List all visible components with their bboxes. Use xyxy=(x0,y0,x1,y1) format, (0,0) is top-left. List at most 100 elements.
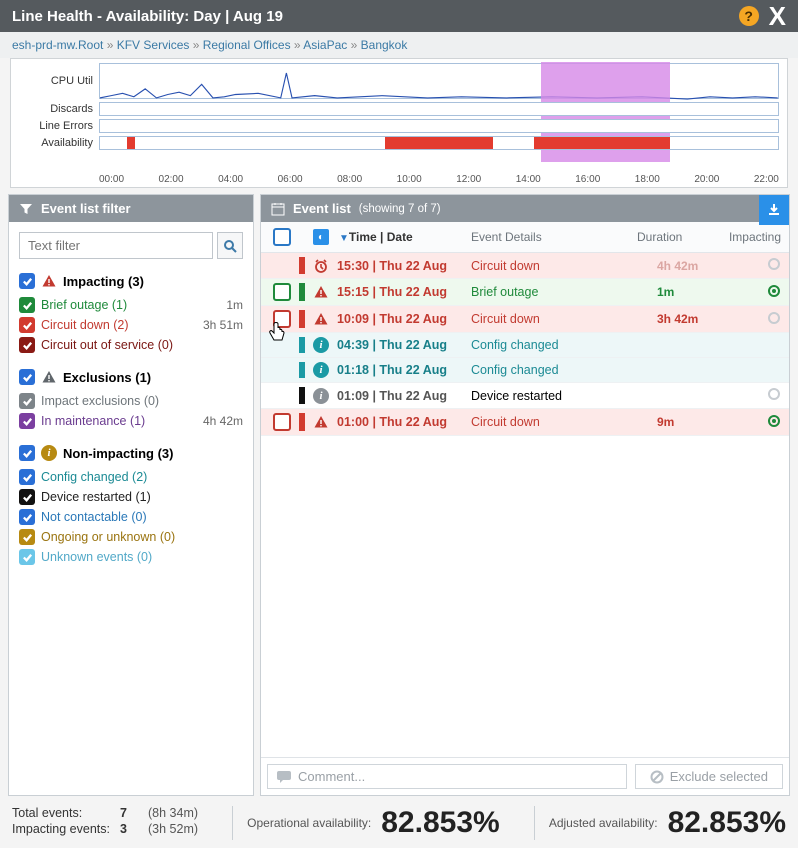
event-row[interactable]: 15:30 | Thu 22 Aug Circuit down 4h 42m xyxy=(261,253,789,279)
event-list: 15:30 | Thu 22 Aug Circuit down 4h 42m 1… xyxy=(261,253,789,757)
filter-group-checkbox[interactable] xyxy=(19,273,35,289)
breadcrumb-item[interactable]: KFV Services xyxy=(117,38,190,52)
event-time: 01:18 | Thu 22 Aug xyxy=(337,363,467,377)
filter-title: Event list filter xyxy=(41,201,131,216)
timeline-chart: CPU Util Discards Line Errors Availabili… xyxy=(10,58,788,188)
event-time: 01:09 | Thu 22 Aug xyxy=(337,389,467,403)
breadcrumb: esh-prd-mw.Root » KFV Services » Regiona… xyxy=(0,32,798,58)
filter-item-label[interactable]: Not contactable (0) xyxy=(41,510,147,524)
event-checkbox[interactable] xyxy=(273,283,291,301)
stats-bar: Total events:7(8h 34m) Impacting events:… xyxy=(0,800,798,848)
filter-group-checkbox[interactable] xyxy=(19,369,35,385)
select-all-checkbox[interactable] xyxy=(273,228,291,246)
event-row[interactable]: 01:00 | Thu 22 Aug Circuit down 9m xyxy=(261,409,789,436)
close-icon[interactable]: X xyxy=(769,7,786,25)
event-duration: 3h 42m xyxy=(657,312,737,326)
event-details: Circuit down xyxy=(471,312,653,326)
titlebar: Line Health - Availability: Day | Aug 19… xyxy=(0,0,798,32)
event-row[interactable]: 10:09 | Thu 22 Aug Circuit down 3h 42m xyxy=(261,306,789,333)
filter-item-checkbox[interactable] xyxy=(19,317,35,333)
filter-item-checkbox[interactable] xyxy=(19,337,35,353)
event-time: 15:15 | Thu 22 Aug xyxy=(337,285,467,299)
event-duration: 4h 42m xyxy=(657,259,737,273)
filter-item-checkbox[interactable] xyxy=(19,393,35,409)
event-details: Circuit down xyxy=(471,259,653,273)
event-impacting-icon xyxy=(741,387,781,404)
calendar-icon xyxy=(271,202,285,216)
event-duration: 1m xyxy=(657,285,737,299)
col-details-header[interactable]: Event Details xyxy=(471,230,633,244)
event-time: 04:39 | Thu 22 Aug xyxy=(337,338,467,352)
comment-input[interactable]: Comment... xyxy=(267,764,627,789)
breadcrumb-item[interactable]: Bangkok xyxy=(361,38,408,52)
filter-item-label[interactable]: Unknown events (0) xyxy=(41,550,152,564)
event-type-icon: i xyxy=(309,388,333,404)
event-impacting-icon xyxy=(741,284,781,301)
event-type-icon xyxy=(309,284,333,300)
event-details: Device restarted xyxy=(471,389,653,403)
adjusted-avail-value: 82.853% xyxy=(668,806,786,840)
filter-item-duration: 3h 51m xyxy=(203,318,243,332)
col-duration-header[interactable]: Duration xyxy=(637,230,717,244)
adjusted-avail-label: Adjusted availability: xyxy=(549,816,658,830)
chart-label-avail: Availability xyxy=(19,137,99,149)
operational-avail-value: 82.853% xyxy=(381,806,499,840)
filter-item-label[interactable]: Ongoing or unknown (0) xyxy=(41,530,175,544)
breadcrumb-item[interactable]: AsiaPac xyxy=(303,38,347,52)
filter-group-label: Non-impacting (3) xyxy=(63,446,174,461)
window-title: Line Health - Availability: Day | Aug 19 xyxy=(12,8,729,25)
event-checkbox[interactable] xyxy=(273,310,291,328)
filter-item-checkbox[interactable] xyxy=(19,529,35,545)
download-button[interactable] xyxy=(759,195,789,225)
filter-group-checkbox[interactable] xyxy=(19,445,35,461)
sort-icon[interactable]: ◐ xyxy=(313,229,329,245)
filter-item-label[interactable]: Config changed (2) xyxy=(41,470,147,484)
breadcrumb-item[interactable]: Regional Offices xyxy=(203,38,291,52)
chart-label-lineerr: Line Errors xyxy=(19,120,99,132)
filter-item-label[interactable]: Impact exclusions (0) xyxy=(41,394,159,408)
events-title: Event list xyxy=(293,201,351,216)
filter-item-label[interactable]: Circuit out of service (0) xyxy=(41,338,173,352)
col-impacting-header[interactable]: Impacting xyxy=(721,230,781,244)
event-impacting-icon xyxy=(741,414,781,431)
filter-group-label: Exclusions (1) xyxy=(63,370,151,385)
chart-label-cpu: CPU Util xyxy=(19,75,99,87)
event-details: Config changed xyxy=(471,338,653,352)
events-header-row: ◐ ▼Time | Date Event Details Duration Im… xyxy=(261,222,789,253)
filter-item-duration: 4h 42m xyxy=(203,414,243,428)
filter-icon xyxy=(19,202,33,216)
event-row[interactable]: i 04:39 | Thu 22 Aug Config changed xyxy=(261,333,789,358)
chart-label-discards: Discards xyxy=(19,103,99,115)
search-button[interactable] xyxy=(217,232,243,259)
event-impacting-icon xyxy=(741,257,781,274)
filter-item-label[interactable]: Circuit down (2) xyxy=(41,318,129,332)
event-checkbox[interactable] xyxy=(273,413,291,431)
event-type-icon xyxy=(309,414,333,430)
filter-item-checkbox[interactable] xyxy=(19,297,35,313)
filter-item-checkbox[interactable] xyxy=(19,549,35,565)
filter-item-checkbox[interactable] xyxy=(19,413,35,429)
text-filter-input[interactable] xyxy=(19,232,213,259)
filter-item-checkbox[interactable] xyxy=(19,469,35,485)
filter-item-checkbox[interactable] xyxy=(19,489,35,505)
exclude-selected-button[interactable]: Exclude selected xyxy=(635,764,783,789)
operational-avail-label: Operational availability: xyxy=(247,816,371,830)
filter-item-label[interactable]: In maintenance (1) xyxy=(41,414,145,428)
filter-item-label[interactable]: Device restarted (1) xyxy=(41,490,151,504)
filter-item-label[interactable]: Brief outage (1) xyxy=(41,298,127,312)
filter-item-checkbox[interactable] xyxy=(19,509,35,525)
help-icon[interactable]: ? xyxy=(739,6,759,26)
breadcrumb-item[interactable]: esh-prd-mw.Root xyxy=(12,38,103,52)
events-showing: (showing 7 of 7) xyxy=(359,203,441,215)
event-row[interactable]: i 01:09 | Thu 22 Aug Device restarted xyxy=(261,383,789,409)
event-duration: 9m xyxy=(657,415,737,429)
events-pane: Event list (showing 7 of 7) ◐ ▼Time | Da… xyxy=(260,194,790,796)
event-type-icon xyxy=(309,258,333,274)
col-time-header[interactable]: ▼Time | Date xyxy=(337,230,467,244)
event-row[interactable]: 15:15 | Thu 22 Aug Brief outage 1m xyxy=(261,279,789,306)
event-time: 15:30 | Thu 22 Aug xyxy=(337,259,467,273)
event-type-icon: i xyxy=(309,337,333,353)
event-details: Circuit down xyxy=(471,415,653,429)
event-type-icon: i xyxy=(309,362,333,378)
event-row[interactable]: i 01:18 | Thu 22 Aug Config changed xyxy=(261,358,789,383)
